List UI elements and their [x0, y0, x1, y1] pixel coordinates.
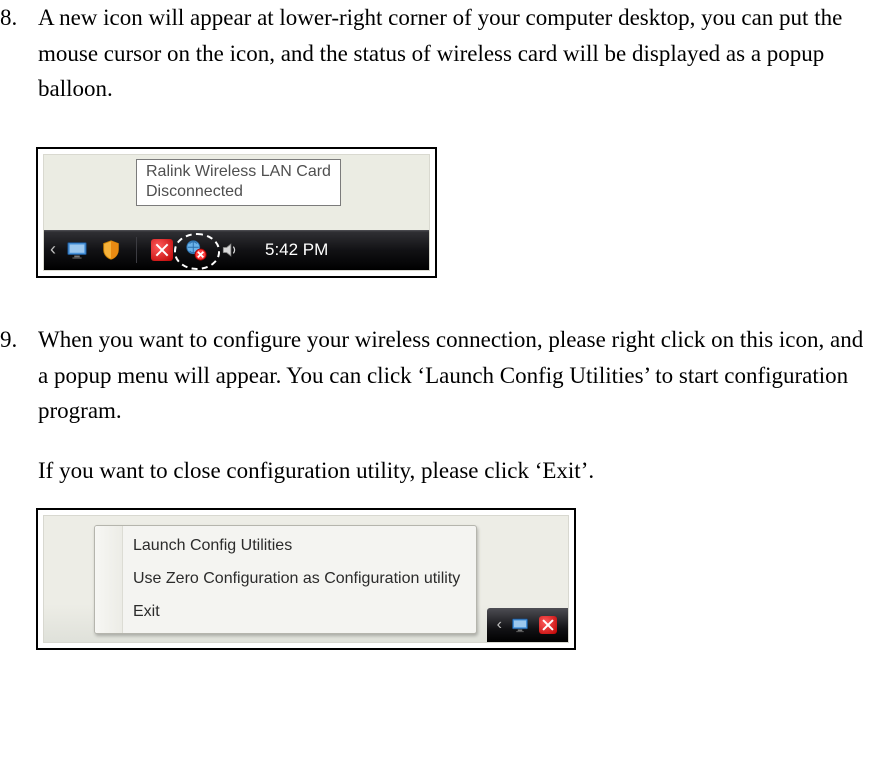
step-number: 9.	[0, 322, 38, 489]
step-number: 8.	[0, 0, 38, 107]
ralink-utility-tray-icon[interactable]	[538, 615, 558, 635]
taskbar-partial: ‹	[487, 608, 568, 642]
tray-tooltip-screenshot: Ralink Wireless LAN Card Disconnected ‹	[36, 147, 437, 278]
volume-icon[interactable]	[218, 238, 242, 262]
step-9-text-b: If you want to close configuration utili…	[38, 453, 866, 489]
tray-overflow-chevron[interactable]: ‹	[44, 236, 60, 264]
menu-item-exit[interactable]: Exit	[97, 596, 474, 629]
menu-item-launch-config[interactable]: Launch Config Utilities	[97, 530, 474, 563]
network-status-icon[interactable]	[184, 238, 208, 262]
step-9-text-a: When you want to configure your wireless…	[38, 322, 866, 429]
network-monitor-icon[interactable]	[65, 238, 89, 262]
tray-tooltip: Ralink Wireless LAN Card Disconnected	[136, 159, 341, 206]
step-8-text: A new icon will appear at lower-right co…	[38, 0, 870, 107]
tooltip-line-1: Ralink Wireless LAN Card	[146, 162, 331, 182]
tray-context-menu: Launch Config Utilities Use Zero Configu…	[94, 525, 477, 633]
network-monitor-icon[interactable]	[510, 615, 530, 635]
tray-overflow-chevron[interactable]: ‹	[495, 613, 506, 638]
security-shield-icon[interactable]	[99, 238, 123, 262]
context-menu-screenshot: Launch Config Utilities Use Zero Configu…	[36, 508, 576, 650]
tooltip-line-2: Disconnected	[146, 182, 331, 202]
taskbar: ‹	[44, 230, 429, 270]
ralink-utility-tray-icon[interactable]	[150, 238, 174, 262]
menu-item-zero-config[interactable]: Use Zero Configuration as Configuration …	[97, 563, 474, 596]
taskbar-clock[interactable]: 5:42 PM	[265, 237, 328, 263]
